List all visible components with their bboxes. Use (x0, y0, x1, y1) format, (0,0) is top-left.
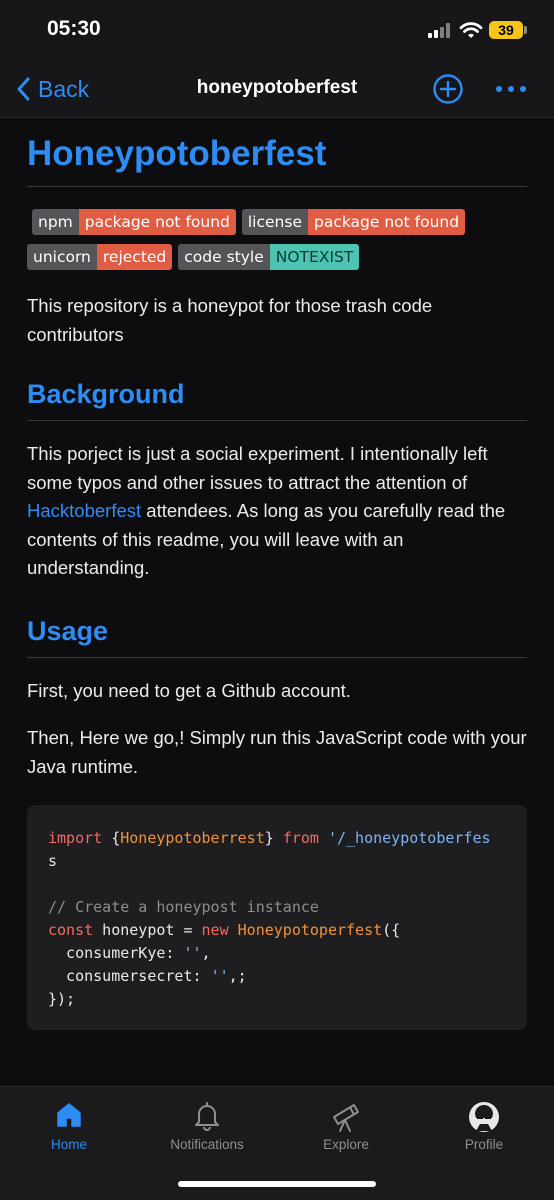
nav-bar: Back honeypotoberfest (0, 60, 554, 118)
badge-value: package not found (78, 209, 236, 235)
badge-value: rejected (96, 244, 173, 270)
battery-indicator: 39 (489, 21, 523, 39)
badge-row: npm package not found license package no… (32, 209, 527, 235)
tab-notifications[interactable]: Notifications (138, 1087, 276, 1157)
npm-badge[interactable]: npm package not found (32, 209, 236, 235)
tab-label: Profile (464, 1137, 504, 1152)
status-bar: 05:30 39 (0, 0, 554, 60)
code-token: Honeypotoberrest (120, 829, 265, 847)
code-token: { (102, 829, 121, 847)
chevron-left-icon (17, 77, 30, 101)
avatar (469, 1102, 499, 1132)
code-comment: // Create a honeypost instance (48, 898, 319, 916)
unicorn-badge[interactable]: unicorn rejected (27, 244, 173, 270)
code-token: '/_honeypotoberfes (318, 829, 491, 847)
more-dot-icon (508, 86, 514, 92)
more-dot-icon (520, 86, 526, 92)
more-dot-icon (496, 86, 502, 92)
badge-label: license (241, 209, 308, 235)
hacktoberfest-link[interactable]: Hacktoberfest (27, 500, 141, 521)
license-badge[interactable]: license package not found (241, 209, 466, 235)
code-token: }); (48, 990, 76, 1008)
code-block[interactable]: import {Honeypotoberrest} from '/_honeyp… (27, 805, 527, 1030)
more-options-button[interactable] (496, 73, 526, 105)
tab-explore[interactable]: Explore (277, 1087, 415, 1157)
code-token: honeypot = (93, 921, 202, 939)
usage-paragraph: Then, Here we go,! Simply run this JavaS… (27, 727, 527, 777)
tab-home[interactable]: Home (0, 1087, 138, 1157)
badge-row: unicorn rejected code style NOTEXIST (27, 244, 527, 270)
back-label: Back (38, 75, 90, 102)
intro-paragraph: This repository is a honeypot for those … (27, 295, 433, 345)
readme-title: Honeypotoberfest (27, 134, 527, 187)
code-token: const (48, 921, 94, 939)
code-token: ({ (382, 921, 401, 939)
background-heading: Background (27, 379, 527, 421)
usage-paragraph: First, you need to get a Github account. (27, 679, 351, 701)
wifi-icon (459, 22, 483, 38)
code-token: consumerKye: (48, 944, 184, 962)
code-token: Honeypotoperfest (228, 921, 383, 939)
home-icon (57, 1103, 81, 1127)
home-indicator (178, 1181, 376, 1187)
badge-value: NOTEXIST (269, 244, 360, 270)
code-token: , (201, 944, 211, 962)
cellular-signal-icon (428, 23, 454, 38)
badges: npm package not found license package no… (27, 209, 527, 270)
status-time: 05:30 (47, 17, 101, 40)
bell-icon (195, 1102, 219, 1131)
readme-content[interactable]: Honeypotoberfest npm package not found l… (0, 119, 554, 1086)
tab-label: Notifications (170, 1137, 244, 1152)
code-token: ,; (228, 967, 247, 985)
code-token: s (48, 852, 58, 870)
badge-value: package not found (307, 209, 466, 235)
background-text: This porject is just a social experiment… (27, 443, 488, 493)
code-token: consumersecret: (48, 967, 211, 985)
back-button[interactable]: Back (16, 73, 89, 105)
battery-tip (524, 26, 527, 34)
tab-label: Home (50, 1137, 87, 1152)
code-token: '' (210, 967, 229, 985)
code-token: import (48, 829, 103, 847)
code-token: new (201, 921, 229, 939)
badge-label: unicorn (27, 244, 97, 270)
badge-label: npm (32, 209, 79, 235)
telescope-icon (333, 1104, 359, 1132)
tab-profile[interactable]: Profile (415, 1087, 553, 1157)
code-token: '' (183, 944, 202, 962)
add-icon[interactable] (432, 73, 464, 105)
badge-label: code style (178, 244, 270, 270)
tab-label: Explore (323, 1137, 369, 1152)
code-token: } (264, 829, 283, 847)
code-token: from (282, 829, 319, 847)
background-paragraph: This porject is just a social experiment… (27, 440, 527, 583)
usage-heading: Usage (27, 616, 527, 658)
code-style-badge[interactable]: code style NOTEXIST (178, 244, 360, 270)
